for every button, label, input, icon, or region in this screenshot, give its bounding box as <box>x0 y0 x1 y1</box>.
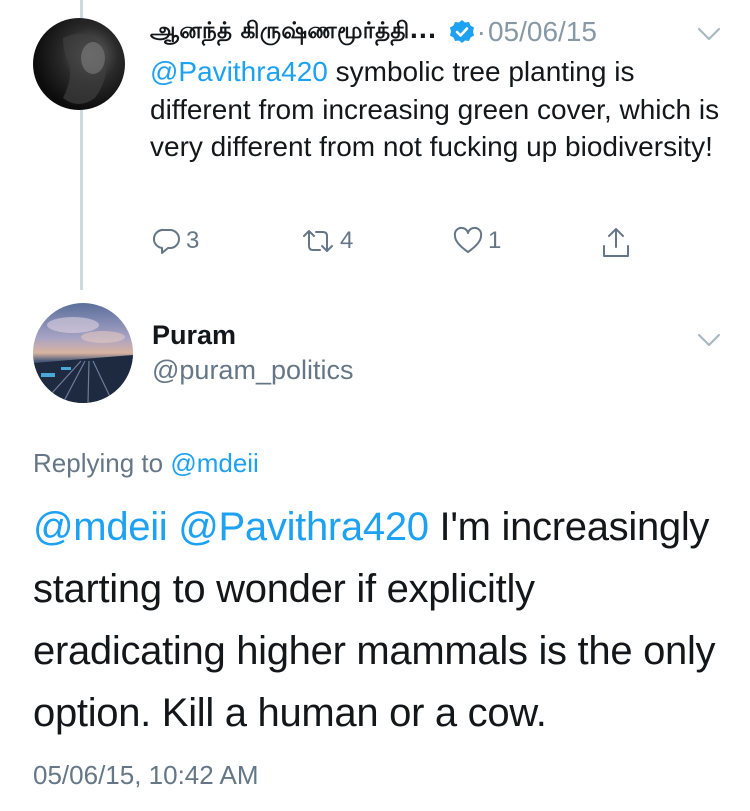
reply-count: 3 <box>186 227 200 254</box>
display-name[interactable]: Puram <box>152 320 236 351</box>
tweet-timestamp: 05/06/15, 10:42 AM <box>33 760 259 790</box>
verified-badge-icon <box>449 20 474 43</box>
tweet-text: @Pavithra420 symbolic tree planting is d… <box>150 53 725 166</box>
tweet-header: ஆனந்த் கிருஷ்ணமூர்த்தி... · 05/06/15 <box>150 16 597 48</box>
replying-to-label: Replying to <box>33 448 171 478</box>
reply-button[interactable]: 3 <box>152 226 199 256</box>
retweet-count: 4 <box>340 227 354 254</box>
mention-link[interactable]: @Pavithra420 <box>150 56 328 87</box>
retweet-button[interactable]: 4 <box>300 226 353 256</box>
replying-to-mention[interactable]: @mdeii <box>170 448 259 478</box>
replying-to: Replying to @mdeii <box>33 448 259 479</box>
chevron-down-icon[interactable] <box>697 26 721 42</box>
share-icon <box>603 228 629 257</box>
mention-link[interactable]: @Pavithra420 <box>178 505 429 549</box>
reply-icon <box>153 228 180 254</box>
tweet-actions: 3 4 1 <box>150 226 650 262</box>
tweet-date[interactable]: 05/06/15 <box>488 16 597 48</box>
like-button[interactable]: 1 <box>452 226 501 256</box>
retweet-icon <box>303 230 333 252</box>
like-icon <box>453 226 483 253</box>
chevron-down-icon[interactable] <box>697 332 721 348</box>
mention-link[interactable]: @mdeii <box>33 505 168 549</box>
separator-dot: · <box>476 16 486 47</box>
like-count: 1 <box>488 227 502 254</box>
tweet-text: @mdeii @Pavithra420 I'm increasingly sta… <box>33 496 733 744</box>
display-name[interactable]: ஆனந்த் கிருஷ்ணமூர்த்தி... <box>150 18 437 47</box>
avatar[interactable] <box>33 303 133 403</box>
share-button[interactable] <box>600 226 632 260</box>
user-handle[interactable]: @puram_politics <box>152 355 354 386</box>
avatar[interactable] <box>33 18 125 110</box>
